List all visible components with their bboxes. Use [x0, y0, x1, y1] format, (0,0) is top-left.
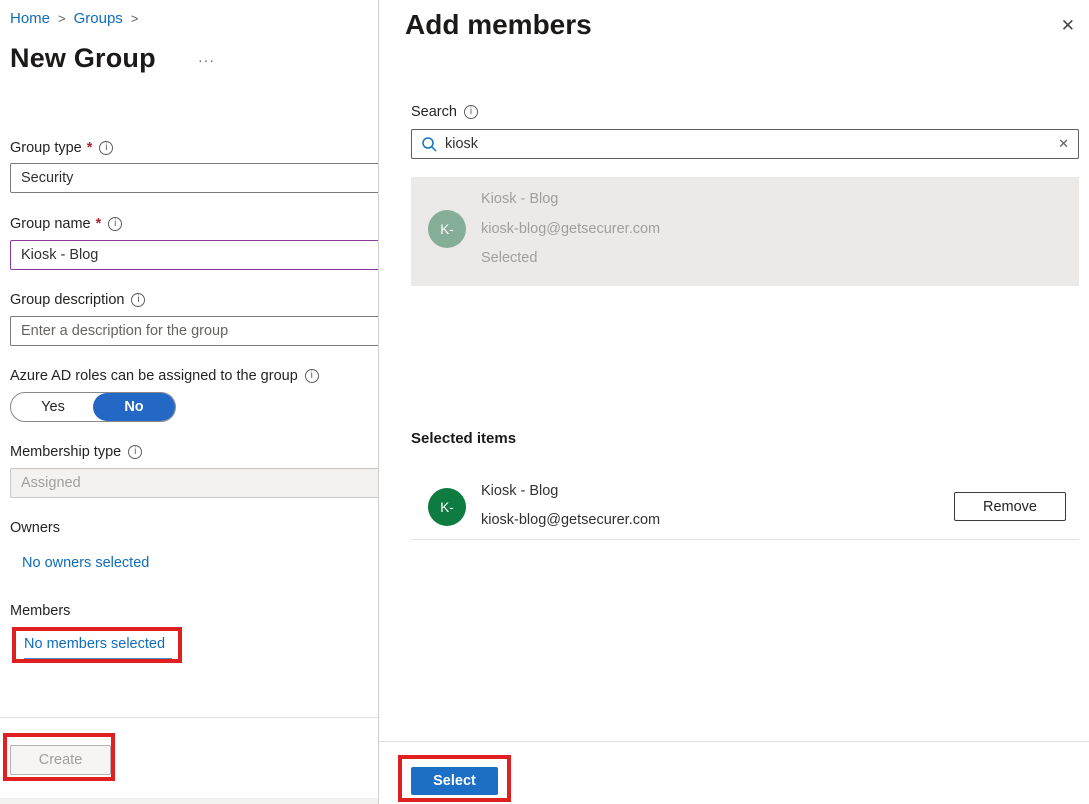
result-selected-status: Selected	[481, 250, 537, 266]
breadcrumb-home-link[interactable]: Home	[10, 10, 50, 27]
result-avatar: K-	[428, 210, 466, 248]
create-button-annotation-box: Create	[3, 733, 115, 781]
search-input[interactable]	[445, 136, 1051, 152]
owners-label: Owners	[10, 520, 60, 536]
group-description-label-text: Group description	[10, 292, 124, 308]
search-result-item[interactable]: K- Kiosk - Blog kiosk-blog@getsecurer.co…	[411, 177, 1079, 286]
info-icon[interactable]: i	[131, 293, 145, 307]
membership-type-label: Membership type i	[10, 444, 142, 460]
close-icon[interactable]: ✕	[1061, 16, 1075, 36]
select-button-annotation-box: Select	[398, 755, 511, 802]
group-name-label: Group name * i	[10, 216, 122, 232]
info-icon[interactable]: i	[128, 445, 142, 459]
group-name-input[interactable]	[10, 240, 392, 270]
group-type-select[interactable]	[10, 163, 392, 193]
result-email: kiosk-blog@getsecurer.com	[481, 221, 660, 237]
group-name-label-text: Group name	[10, 216, 91, 232]
toggle-yes-option[interactable]: Yes	[11, 393, 95, 421]
chevron-right-icon: >	[131, 11, 139, 26]
selected-item-email: kiosk-blog@getsecurer.com	[481, 512, 660, 528]
remove-button[interactable]: Remove	[954, 492, 1066, 521]
toggle-no-option[interactable]: No	[93, 393, 175, 421]
result-name: Kiosk - Blog	[481, 191, 558, 207]
info-icon[interactable]: i	[99, 141, 113, 155]
panel-title: Add members	[405, 9, 592, 41]
page-bottom-strip	[0, 798, 378, 804]
members-label-text: Members	[10, 603, 70, 619]
roles-assignable-label-text: Azure AD roles can be assigned to the gr…	[10, 368, 298, 384]
info-icon[interactable]: i	[108, 217, 122, 231]
clear-search-icon[interactable]: ✕	[1058, 136, 1069, 152]
no-owners-selected-link[interactable]: No owners selected	[22, 555, 149, 571]
search-label-text: Search	[411, 104, 457, 120]
page-title: New Group	[10, 43, 156, 74]
owners-label-text: Owners	[10, 520, 60, 536]
breadcrumb-groups-link[interactable]: Groups	[74, 10, 123, 27]
search-label: Search i	[411, 104, 478, 120]
search-icon	[421, 136, 438, 153]
group-type-label-text: Group type	[10, 140, 82, 156]
footer-divider	[0, 717, 379, 718]
members-label: Members	[10, 603, 70, 619]
no-members-selected-link[interactable]: No members selected	[24, 636, 165, 652]
create-button[interactable]: Create	[10, 745, 111, 775]
membership-type-label-text: Membership type	[10, 444, 121, 460]
selected-items-heading: Selected items	[411, 430, 516, 447]
info-icon[interactable]: i	[464, 105, 478, 119]
roles-assignable-label: Azure AD roles can be assigned to the gr…	[10, 368, 319, 384]
group-description-label: Group description i	[10, 292, 145, 308]
info-icon[interactable]: i	[305, 369, 319, 383]
required-marker: *	[96, 216, 102, 232]
panel-footer-divider	[379, 741, 1089, 742]
select-button[interactable]: Select	[411, 767, 498, 795]
selected-item-name: Kiosk - Blog	[481, 483, 558, 499]
required-marker: *	[87, 140, 93, 156]
breadcrumb: Home > Groups >	[10, 10, 146, 27]
add-members-panel: Add members ✕ Search i ✕ K- Kiosk - Blog…	[378, 0, 1089, 804]
members-link-underline: No members selected	[24, 635, 172, 659]
group-description-input[interactable]	[10, 316, 392, 346]
selected-item-avatar: K-	[428, 488, 466, 526]
chevron-right-icon: >	[58, 11, 66, 26]
more-options-icon[interactable]: ···	[198, 52, 215, 68]
group-type-label: Group type * i	[10, 140, 113, 156]
search-box[interactable]: ✕	[411, 129, 1079, 159]
selected-item-divider	[411, 539, 1079, 540]
roles-assignable-toggle[interactable]: Yes No	[10, 392, 176, 422]
membership-type-select	[10, 468, 392, 498]
members-link-annotation-box: No members selected	[12, 627, 182, 663]
